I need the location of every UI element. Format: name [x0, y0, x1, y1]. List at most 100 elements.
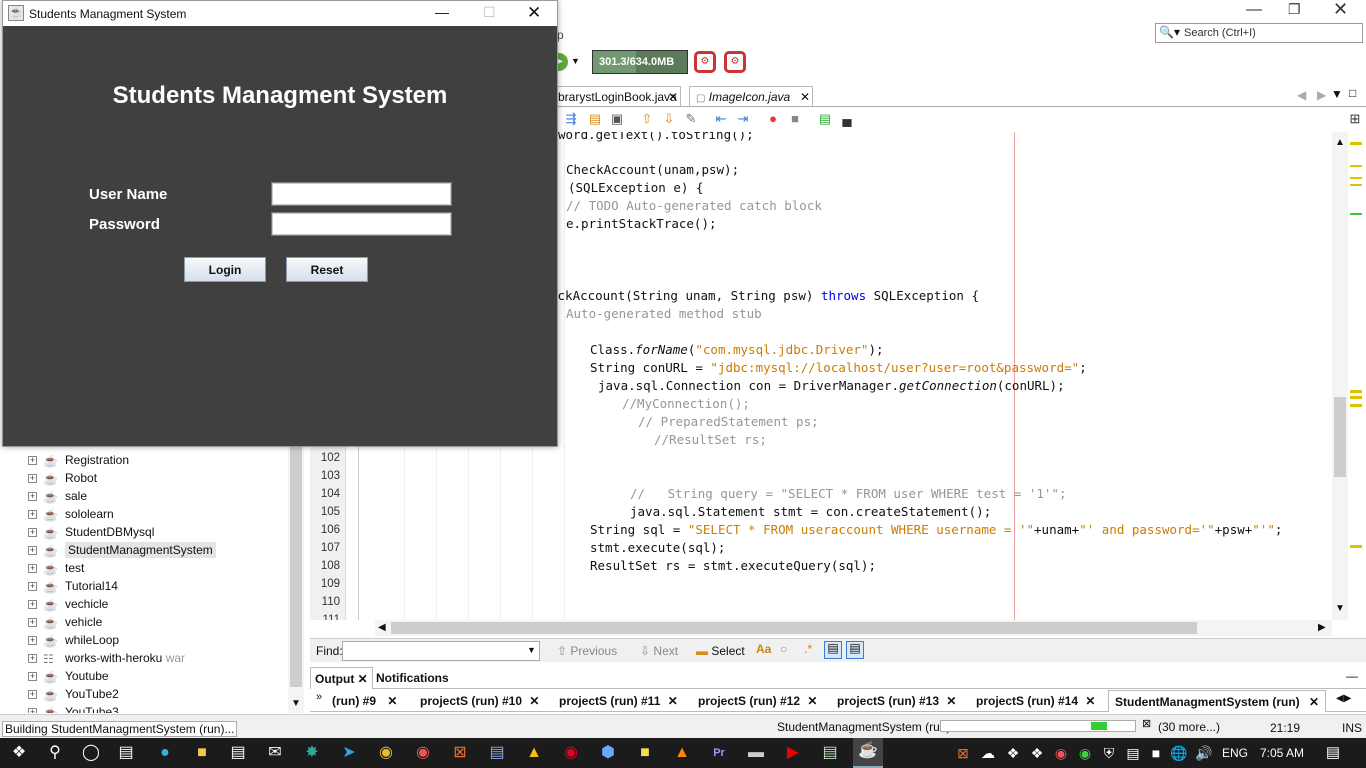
minimize-icon[interactable]: —: [1246, 2, 1262, 18]
tab-close-icon[interactable]: ✕: [800, 90, 810, 104]
close-icon[interactable]: ✕: [1333, 0, 1348, 18]
close-icon[interactable]: ✕: [358, 672, 368, 686]
expand-icon[interactable]: +: [28, 708, 37, 713]
expand-icon[interactable]: +: [28, 618, 37, 628]
close-icon[interactable]: ✕: [807, 694, 817, 708]
network-icon[interactable]: 🌐: [1166, 740, 1192, 766]
find-previous-button[interactable]: ⇧ Previous: [557, 644, 617, 658]
notepad-icon[interactable]: ▤: [484, 740, 510, 766]
tray-cloud-icon[interactable]: ☁: [975, 740, 1001, 766]
expand-icon[interactable]: +: [28, 690, 37, 700]
app-icon[interactable]: ◉: [410, 740, 436, 766]
find-next-button[interactable]: ⇩ Next: [640, 644, 678, 658]
windows-start-icon[interactable]: ❖: [6, 740, 32, 766]
dialog-title-bar[interactable]: ☕ Students Managment System — ☐ ✕: [3, 1, 557, 26]
minimize-panel-icon[interactable]: —: [1346, 670, 1358, 682]
virtualbox-icon[interactable]: ⬢: [595, 740, 621, 766]
tray-dropbox-icon[interactable]: ❖: [1000, 740, 1026, 766]
scroll-right-icon[interactable]: ▶: [1318, 623, 1326, 633]
tree-item[interactable]: + ☕ Tutorial14: [28, 577, 118, 595]
close-icon[interactable]: ✕: [387, 694, 397, 708]
tree-item[interactable]: + ☕ vehicle: [28, 613, 102, 631]
file-explorer-icon[interactable]: ■: [189, 740, 215, 766]
tree-item[interactable]: + ☷ works-with-heroku war: [28, 649, 185, 667]
shift-left-icon[interactable]: ⇤: [711, 110, 731, 128]
scrollbar-thumb[interactable]: [290, 447, 302, 687]
pinterest-icon[interactable]: ◉: [558, 740, 584, 766]
maximize-editor-icon[interactable]: □: [1349, 87, 1356, 99]
tree-item[interactable]: + ☕ whileLoop: [28, 631, 119, 649]
tab-close-icon[interactable]: ✕: [668, 90, 678, 104]
clock[interactable]: 7:05 AM: [1260, 746, 1304, 760]
tab-notifications[interactable]: Notifications: [376, 667, 449, 689]
editor-tab-library[interactable]: brarystLoginBook.java ✕: [551, 86, 681, 106]
split-editor-icon[interactable]: ⊞: [1345, 110, 1365, 128]
vlc-icon[interactable]: ▲: [669, 740, 695, 766]
scroll-down-icon[interactable]: ▼: [291, 699, 301, 709]
search-box[interactable]: 🔍▾ Search (Ctrl+I): [1155, 23, 1363, 43]
tray-shield-icon[interactable]: ⛨: [1096, 740, 1122, 766]
scroll-up-icon[interactable]: ▲: [1335, 138, 1345, 148]
expand-icon[interactable]: +: [28, 600, 37, 610]
expand-icon[interactable]: +: [28, 456, 37, 466]
expand-icon[interactable]: +: [28, 528, 37, 538]
tray-app-icon[interactable]: ◉: [1048, 740, 1074, 766]
tab-scroll-right-icon[interactable]: ▶: [1317, 89, 1326, 101]
stop-macro-icon[interactable]: ■: [785, 110, 805, 128]
close-icon[interactable]: ✕: [1309, 695, 1319, 709]
start-macro-icon[interactable]: ●: [763, 110, 783, 128]
find-select-button[interactable]: ▬ Select: [696, 644, 745, 658]
next-occurrence-icon[interactable]: ⇩: [659, 110, 679, 128]
close-icon[interactable]: ✕: [529, 694, 539, 708]
mail-icon[interactable]: ✉: [262, 740, 288, 766]
password-field[interactable]: [271, 212, 452, 236]
username-field[interactable]: [271, 182, 452, 206]
profile-project-icon[interactable]: ⚙: [724, 51, 746, 73]
run-tab-active[interactable]: StudentManagmentSystem (run) ✕: [1108, 690, 1327, 712]
language-indicator[interactable]: ENG: [1222, 746, 1248, 760]
task-view-icon[interactable]: ▤: [113, 740, 139, 766]
tree-item[interactable]: + ☕ Robot: [28, 469, 97, 487]
search-icon[interactable]: ⚲: [42, 740, 68, 766]
toggle-bookmark-icon[interactable]: ⇶: [561, 110, 581, 128]
run-tab[interactable]: projectS (run) #11 ✕: [559, 690, 678, 712]
highlight-results-icon[interactable]: ▤: [824, 641, 842, 659]
scroll-left-icon[interactable]: ◀: [378, 623, 386, 633]
tree-item[interactable]: + ☕ YouTube3: [28, 703, 119, 713]
comment-icon[interactable]: ▤: [815, 110, 835, 128]
tray-app-icon[interactable]: ◉: [1072, 740, 1098, 766]
minimize-icon[interactable]: —: [435, 5, 449, 19]
shift-right-icon[interactable]: ⇥: [733, 110, 753, 128]
store-icon[interactable]: ▤: [225, 740, 251, 766]
telegram-icon[interactable]: ➤: [336, 740, 362, 766]
run-dropdown-icon[interactable]: ▼: [571, 57, 580, 66]
more-tabs-icon[interactable]: »: [316, 691, 322, 703]
expand-icon[interactable]: +: [28, 492, 37, 502]
scrollbar-thumb[interactable]: [391, 622, 1197, 634]
match-case-icon[interactable]: Aa: [756, 643, 771, 655]
tree-item-selected[interactable]: + ☕ StudentManagmentSystem: [28, 541, 216, 559]
more-processes-link[interactable]: (30 more...): [1158, 720, 1220, 734]
tree-item[interactable]: + ☕ sololearn: [28, 505, 114, 523]
tree-item[interactable]: + ☕ test: [28, 559, 84, 577]
login-button[interactable]: Login: [184, 257, 266, 282]
sticky-notes-icon[interactable]: ■: [632, 740, 658, 766]
close-icon[interactable]: ✕: [1085, 694, 1095, 708]
volume-icon[interactable]: 🔊: [1191, 740, 1217, 766]
tree-item[interactable]: + ☕ vechicle: [28, 595, 108, 613]
app-icon[interactable]: ⊠: [447, 740, 473, 766]
maximize-icon[interactable]: ☐: [483, 5, 496, 19]
toggle-highlight-icon[interactable]: ✎: [681, 110, 701, 128]
app-icon[interactable]: ▬: [743, 740, 769, 766]
tab-list-icon[interactable]: ▼: [1331, 88, 1343, 100]
memory-indicator[interactable]: 301.3/634.0MB: [592, 50, 688, 74]
scroll-down-icon[interactable]: ▼: [1335, 604, 1345, 614]
tree-item[interactable]: + ☕ YouTube2: [28, 685, 119, 703]
java-running-icon[interactable]: ☕: [853, 738, 883, 768]
tree-item[interactable]: + ☕ sale: [28, 487, 87, 505]
run-tab[interactable]: projectS (run) #10 ✕: [420, 690, 539, 712]
close-icon[interactable]: ✕: [668, 694, 678, 708]
close-icon[interactable]: ✕: [527, 4, 541, 21]
tab-scroll-left-icon[interactable]: ◀: [1297, 89, 1306, 101]
expand-icon[interactable]: +: [28, 510, 37, 520]
